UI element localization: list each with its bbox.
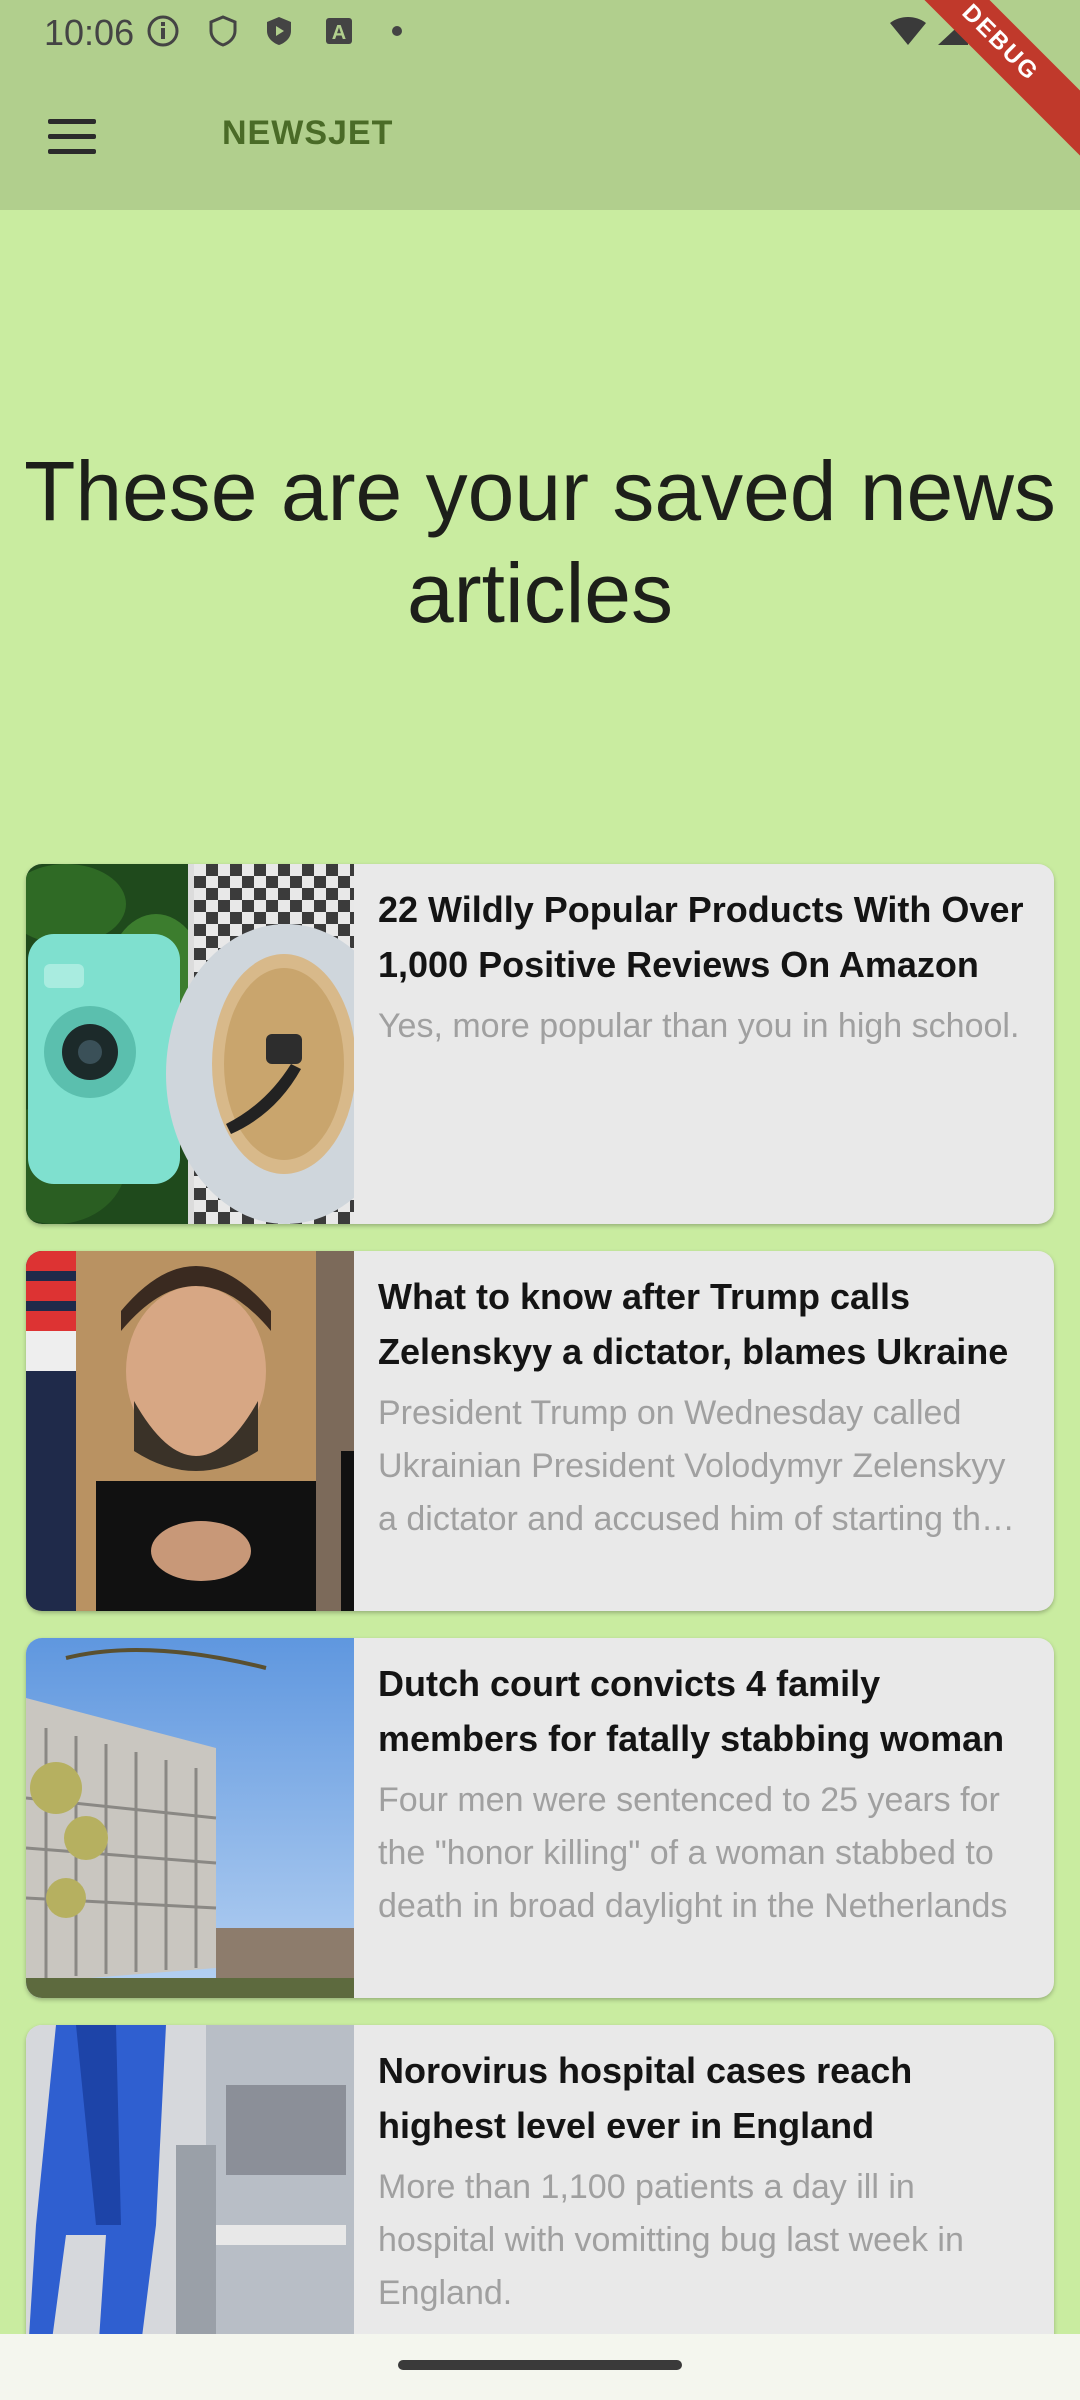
article-card[interactable]: What to know after Trump calls Zelenskyy… bbox=[26, 1251, 1054, 1611]
home-gesture-handle[interactable] bbox=[398, 2360, 682, 2370]
play-shield-icon bbox=[262, 14, 296, 48]
article-title: Dutch court convicts 4 family members fo… bbox=[378, 1663, 1005, 1759]
article-title: 22 Wildly Popular Products With Over 1,0… bbox=[378, 889, 1024, 985]
app-bar: NEWSJET bbox=[0, 62, 1080, 210]
article-description: Yes, more popular than you in high schoo… bbox=[378, 1007, 1020, 1045]
saved-articles-list: 22 Wildly Popular Products With Over 1,0… bbox=[26, 864, 1054, 2400]
status-time: 10:06 bbox=[44, 12, 135, 53]
article-card[interactable]: Dutch court convicts 4 family members fo… bbox=[26, 1638, 1054, 1998]
app-title: NEWSJET bbox=[222, 114, 394, 152]
article-title: What to know after Trump calls Zelenskyy… bbox=[378, 1276, 1009, 1372]
article-thumbnail bbox=[26, 1638, 354, 1998]
article-title: Norovirus hospital cases reach highest l… bbox=[378, 2050, 913, 2146]
a-icon: A bbox=[322, 14, 356, 48]
svg-text:A: A bbox=[332, 22, 346, 44]
article-card[interactable]: 22 Wildly Popular Products With Over 1,0… bbox=[26, 864, 1054, 1224]
wifi-icon bbox=[888, 14, 928, 48]
article-thumbnail bbox=[26, 1251, 354, 1611]
article-card[interactable]: Norovirus hospital cases reach highest l… bbox=[26, 2025, 1054, 2385]
info-icon bbox=[146, 14, 180, 48]
article-description: More than 1,100 patients a day ill in ho… bbox=[378, 2168, 964, 2312]
status-bar: 10:06 A bbox=[0, 0, 1080, 62]
article-thumbnail bbox=[26, 864, 354, 1224]
shield-icon bbox=[206, 14, 240, 48]
article-description: Four men were sentenced to 25 years for … bbox=[378, 1781, 1008, 1925]
saved-articles-heading: These are your saved news articles bbox=[24, 444, 1056, 640]
dot-icon bbox=[380, 14, 414, 48]
article-thumbnail bbox=[26, 2025, 354, 2385]
article-description: President Trump on Wednesday called Ukra… bbox=[378, 1394, 1006, 1538]
hamburger-icon[interactable] bbox=[40, 106, 106, 166]
